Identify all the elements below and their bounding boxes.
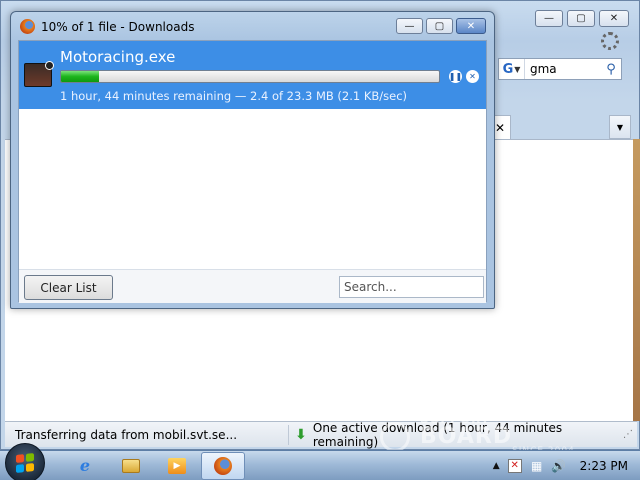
internet-explorer-icon[interactable]: e [63, 452, 107, 480]
download-progress-fill [61, 71, 99, 82]
network-icon[interactable]: ▦ [530, 459, 544, 473]
downloads-footer: Clear List [19, 269, 486, 303]
browser-window-controls: — ▢ ✕ [535, 10, 629, 27]
desktop-background-strip [633, 139, 640, 421]
downloads-window-controls: — ▢ ✕ [396, 18, 486, 34]
downloads-window-title: 10% of 1 file - Downloads [41, 20, 195, 34]
taskbar-explorer-button[interactable] [109, 452, 153, 480]
download-progress-bar [60, 70, 440, 83]
file-thumbnail-icon [24, 61, 54, 87]
status-download-indicator[interactable]: ⬇ One active download (1 hour, 44 minute… [288, 421, 623, 449]
downloads-maximize-button[interactable]: ▢ [426, 18, 453, 34]
clear-list-button[interactable]: Clear List [24, 275, 113, 300]
tab-list-dropdown-icon[interactable]: ▼ [609, 115, 631, 139]
status-text: Transferring data from mobil.svt.se... [15, 427, 238, 442]
loading-throbber-icon [601, 32, 619, 50]
downloads-search-input[interactable] [339, 276, 484, 298]
taskbar-firefox-button[interactable] [201, 451, 245, 480]
firefox-icon [214, 456, 232, 475]
search-engine-selector[interactable]: G ▼ [499, 59, 525, 79]
download-item[interactable]: Motoracing.exe ❚❚ ✕ 1 hour, 44 minutes r… [19, 41, 486, 109]
taskbar-media-player-button[interactable]: ▶ [155, 452, 199, 480]
cancel-icon[interactable]: ✕ [466, 70, 479, 83]
folder-icon [122, 458, 140, 473]
downloads-close-button[interactable]: ✕ [456, 18, 486, 34]
resize-grip-icon[interactable]: ⋰ [623, 429, 633, 440]
tab-bar: ✕ ▼ [489, 115, 631, 139]
system-tray: ▲ ✕ ▦ 🔊 2:23 PM [493, 458, 640, 473]
browser-close-button[interactable]: ✕ [599, 10, 629, 27]
volume-icon[interactable]: 🔊 [551, 459, 566, 473]
chevron-down-icon: ▼ [514, 64, 521, 74]
downloads-window: 10% of 1 file - Downloads — ▢ ✕ Motoraci… [10, 11, 495, 309]
show-hidden-icons-icon[interactable]: ▲ [493, 461, 500, 471]
action-center-flag-icon[interactable]: ✕ [507, 458, 522, 473]
status-download-text: One active download (1 hour, 44 minutes … [312, 420, 563, 449]
google-icon: G [502, 61, 514, 77]
start-button[interactable] [5, 442, 45, 480]
downloads-list: Motoracing.exe ❚❚ ✕ 1 hour, 44 minutes r… [18, 40, 487, 303]
media-player-icon: ▶ [168, 457, 186, 474]
browser-status-bar: Transferring data from mobil.svt.se... ⬇… [5, 421, 637, 449]
windows-logo-tile [16, 463, 24, 473]
browser-minimize-button[interactable]: — [535, 10, 563, 27]
download-status-text: 1 hour, 44 minutes remaining — 2.4 of 23… [60, 89, 408, 103]
windows-logo-tile [26, 452, 34, 462]
search-go-icon[interactable]: ⚲ [601, 62, 621, 77]
download-arrow-icon: ⬇ [295, 426, 307, 443]
download-filename: Motoracing.exe [60, 48, 176, 66]
downloads-titlebar[interactable]: 10% of 1 file - Downloads — ▢ ✕ [11, 12, 494, 40]
downloads-minimize-button[interactable]: — [396, 18, 423, 34]
search-input[interactable]: gma [525, 62, 601, 76]
windows-logo-tile [16, 453, 24, 463]
windows-logo-icon [16, 452, 34, 473]
pause-icon[interactable]: ❚❚ [449, 70, 462, 83]
browser-maximize-button[interactable]: ▢ [567, 10, 595, 27]
firefox-icon [20, 19, 35, 34]
browser-search-box[interactable]: G ▼ gma ⚲ [498, 58, 622, 80]
windows-logo-tile [26, 462, 34, 472]
taskbar: e ▶ ▲ ✕ ▦ 🔊 2:23 PM [0, 442, 640, 480]
clock[interactable]: 2:23 PM [580, 459, 628, 473]
